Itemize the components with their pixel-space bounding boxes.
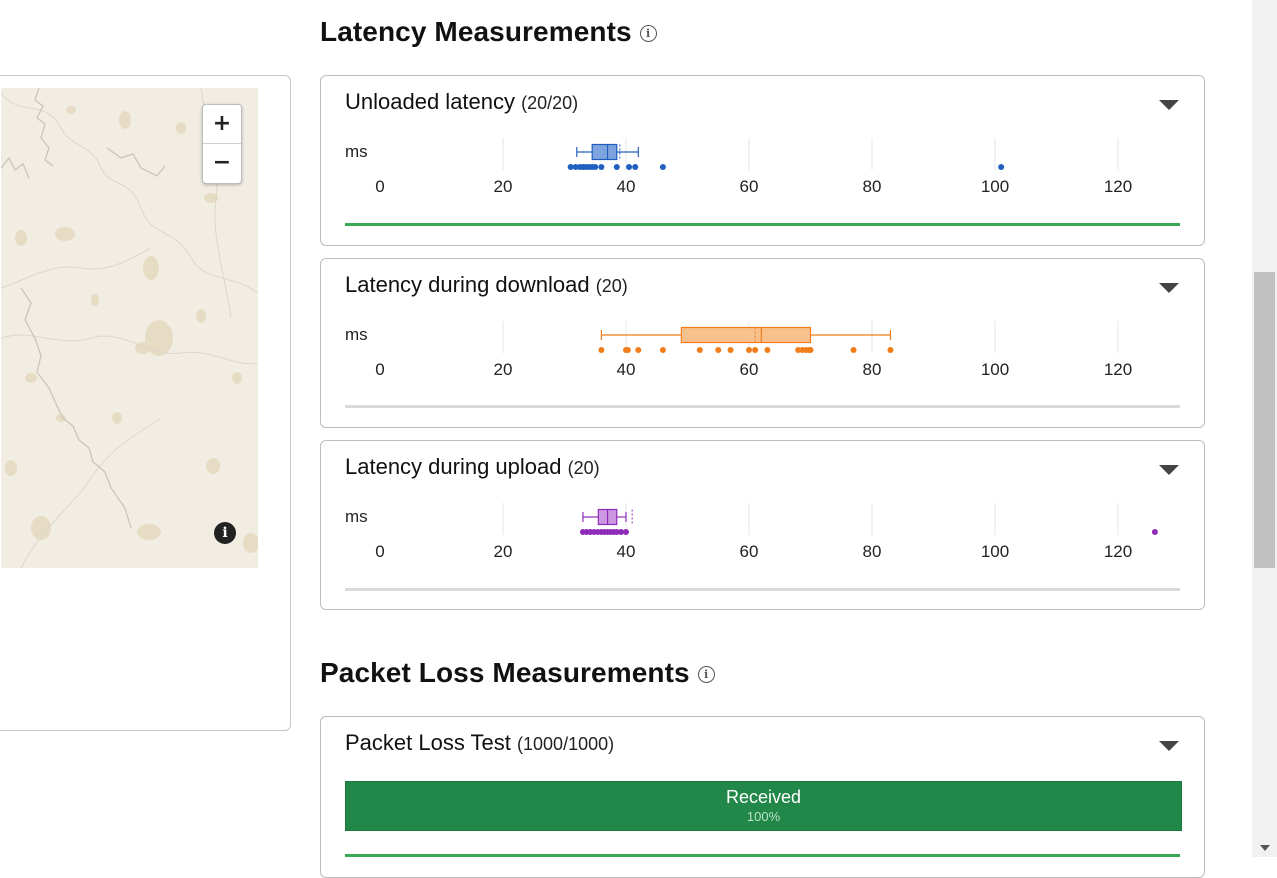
card-title: Latency during download (20)	[345, 272, 628, 298]
tick-label: 0	[375, 360, 384, 379]
download-latency-card: Latency during download (20) ms 0 20 40 60 80…	[320, 258, 1205, 428]
data-point	[635, 347, 642, 353]
tick-label: 120	[1104, 177, 1132, 196]
latency-boxplot: ms 0 20 40 60 80 100 120	[345, 321, 1132, 379]
tick-label: 20	[494, 360, 513, 379]
card-title-text: Packet Loss Test	[345, 730, 511, 755]
info-icon[interactable]: i	[639, 25, 657, 42]
tick-label: 80	[863, 360, 882, 379]
data-point	[613, 164, 620, 170]
data-point	[752, 347, 759, 353]
data-point	[623, 529, 629, 535]
tick-label: 120	[1104, 542, 1132, 561]
received-percent: 100%	[746, 809, 781, 824]
data-point	[624, 347, 631, 353]
tick-label: 40	[617, 177, 636, 196]
data-point	[998, 164, 1005, 170]
tick-label: 60	[740, 542, 759, 561]
map-card: + − i	[0, 75, 291, 731]
card-title-text: Unloaded latency	[345, 89, 516, 114]
data-point	[764, 347, 771, 353]
status-bar	[345, 588, 1180, 591]
data-point	[807, 347, 814, 353]
unloaded-latency-card: Unloaded latency (20/20) ms 0 20 40 60 80 100 1…	[320, 75, 1205, 246]
map[interactable]: + − i	[1, 88, 258, 568]
data-point	[659, 164, 666, 170]
tick-label: 40	[617, 360, 636, 379]
card-title-text: Latency during download	[345, 272, 590, 297]
card-title: Packet Loss Test (1000/1000)	[345, 730, 614, 756]
data-point	[632, 164, 639, 170]
status-bar	[345, 405, 1180, 408]
latency-boxplot: ms 0 20 40 60 80 100 120	[345, 138, 1132, 196]
scrollbar-thumb[interactable]	[1254, 272, 1275, 568]
latency-title-text: Latency Measurements	[320, 16, 632, 47]
data-point	[727, 347, 734, 353]
card-title: Latency during upload (20)	[345, 454, 600, 480]
unit-label: ms	[345, 507, 368, 526]
latency-boxplot: ms 0 20 40 60 80 100 120	[345, 503, 1158, 561]
latency-section-title: Latency Measurements i	[320, 16, 657, 48]
chevron-down-icon[interactable]	[1159, 100, 1179, 110]
data-point	[1151, 529, 1158, 535]
data-point	[850, 347, 857, 353]
iqr-box	[680, 326, 812, 344]
data-point	[598, 347, 605, 353]
data-point	[696, 347, 703, 353]
card-count: (1000/1000)	[517, 734, 615, 754]
received-bar: Received 100%	[345, 781, 1182, 831]
data-point	[659, 347, 666, 353]
card-title-text: Latency during upload	[345, 454, 562, 479]
data-point	[598, 164, 605, 170]
scrollbar[interactable]	[1252, 0, 1277, 857]
tick-label: 60	[740, 177, 759, 196]
tick-label: 80	[863, 177, 882, 196]
scroll-down-icon[interactable]	[1260, 845, 1270, 851]
status-bar	[345, 223, 1180, 226]
tick-label: 20	[494, 542, 513, 561]
unit-label: ms	[345, 142, 368, 161]
tick-label: 100	[981, 177, 1009, 196]
info-icon[interactable]: i	[697, 666, 715, 683]
tick-label: 60	[740, 360, 759, 379]
iqr-box	[591, 143, 618, 161]
card-count: (20)	[595, 276, 628, 296]
tick-label: 20	[494, 177, 513, 196]
unit-label: ms	[345, 325, 368, 344]
packet-loss-section-title: Packet Loss Measurements i	[320, 657, 715, 689]
packet-loss-title-text: Packet Loss Measurements	[320, 657, 690, 688]
data-point	[715, 347, 722, 353]
tick-label: 40	[617, 542, 636, 561]
tick-label: 0	[375, 542, 384, 561]
chevron-down-icon[interactable]	[1159, 741, 1179, 751]
card-title: Unloaded latency (20/20)	[345, 89, 578, 115]
zoom-out-button[interactable]: −	[203, 143, 241, 182]
card-count: (20/20)	[521, 93, 579, 113]
tick-label: 0	[375, 177, 384, 196]
tick-label: 100	[981, 360, 1009, 379]
data-point	[746, 347, 752, 353]
data-point	[626, 164, 633, 170]
upload-latency-card: Latency during upload (20) ms 0 20 40 60 80 10…	[320, 440, 1205, 610]
tick-label: 120	[1104, 360, 1132, 379]
packet-loss-card: Packet Loss Test (1000/1000) Received 10…	[320, 716, 1205, 878]
received-label: Received	[725, 787, 802, 807]
data-point	[592, 164, 599, 170]
chevron-down-icon[interactable]	[1159, 465, 1179, 475]
zoom-control: + −	[202, 104, 242, 184]
tick-label: 80	[863, 542, 882, 561]
card-count: (20)	[567, 458, 600, 478]
data-point	[887, 347, 894, 353]
zoom-in-button[interactable]: +	[203, 105, 241, 143]
tick-label: 100	[981, 542, 1009, 561]
map-info-icon[interactable]: i	[214, 522, 236, 544]
chevron-down-icon[interactable]	[1159, 283, 1179, 293]
